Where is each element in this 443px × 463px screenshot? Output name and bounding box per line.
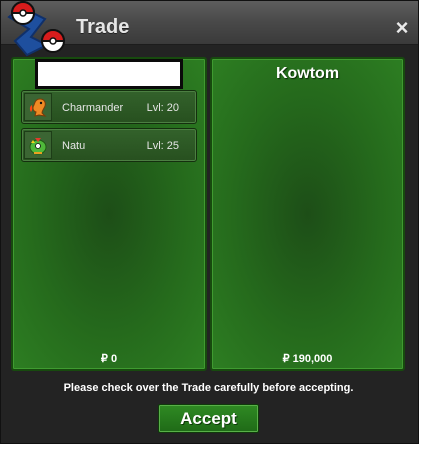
- accept-button[interactable]: Accept: [158, 404, 259, 433]
- pokemon-level: Lvl: 25: [146, 140, 179, 152]
- pokemon-slot-charmander[interactable]: Charmander Lvl: 20: [21, 90, 197, 124]
- my-name-field: [35, 59, 183, 89]
- partner-offer-panel: Kowtom ₽ 190,000: [210, 57, 405, 371]
- pokemon-name: Charmander: [62, 102, 124, 114]
- partner-name: Kowtom: [275, 65, 340, 82]
- close-icon[interactable]: ×: [391, 17, 413, 39]
- pokeball-logo-icon: [7, 1, 66, 57]
- trade-notice: Please check over the Trade carefully be…: [63, 382, 354, 394]
- my-offer-panel: Charmander Lvl: 20 Natu Lvl: 25 ₽ 0: [11, 57, 207, 371]
- pokemon-level: Lvl: 20: [146, 102, 179, 114]
- my-money: ₽ 0: [100, 353, 118, 365]
- pokemon-slot-natu[interactable]: Natu Lvl: 25: [21, 128, 197, 162]
- charmander-icon: [24, 93, 52, 121]
- partner-money: ₽ 190,000: [282, 353, 333, 365]
- natu-icon: [24, 131, 52, 159]
- trade-window: Trade × Charmander Lvl: 20 Natu Lvl: 25 …: [0, 0, 419, 444]
- pokemon-name: Natu: [62, 140, 86, 152]
- window-title: Trade: [76, 16, 130, 38]
